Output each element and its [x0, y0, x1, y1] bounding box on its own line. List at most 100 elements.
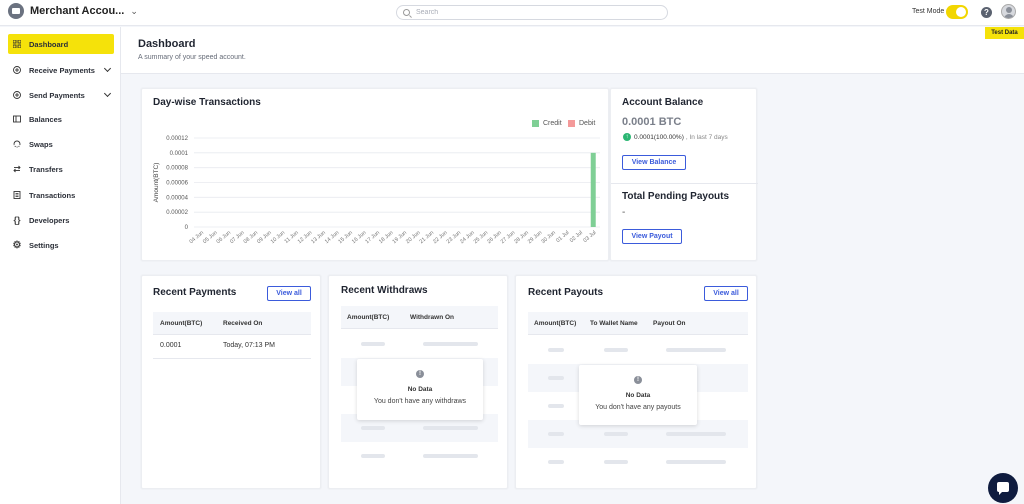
- x-tick-label: 07 Jun: [229, 230, 246, 245]
- y-tick-label: 0.00008: [166, 166, 188, 172]
- sidebar-item-swaps[interactable]: Swaps: [8, 134, 114, 154]
- amount-cell: 0.0001: [160, 342, 182, 349]
- plus-circle-icon: [13, 66, 21, 74]
- x-tick-label: 18 Jun: [378, 230, 395, 245]
- balance-trend-period: , In last 7 days: [685, 133, 728, 141]
- sidebar-item-label: Transactions: [29, 190, 76, 200]
- wallet-icon: [13, 115, 21, 123]
- placeholder-row: [528, 448, 748, 476]
- y-tick-label: 0.00002: [166, 210, 188, 216]
- chat-icon: [997, 482, 1009, 495]
- test-mode-toggle[interactable]: [946, 5, 968, 19]
- x-tick-label: 28 Jun: [513, 230, 530, 245]
- sidebar-item-balances[interactable]: Balances: [8, 109, 114, 129]
- x-tick-label: 30 Jun: [540, 230, 557, 245]
- y-tick-label: 0.00006: [166, 181, 188, 187]
- no-data-title: No Data: [625, 392, 651, 399]
- view-payout-button[interactable]: View Payout: [622, 229, 682, 244]
- column-header: To Wallet Name: [590, 320, 638, 327]
- received-on-cell: Today, 07:13 PM: [223, 342, 276, 349]
- placeholder-row: [341, 442, 498, 470]
- skeleton-bar: [423, 454, 478, 458]
- receipt-icon: [13, 191, 21, 199]
- sidebar-item-send-payments[interactable]: Send Payments: [8, 85, 114, 105]
- account-name: Merchant Accou...: [30, 5, 125, 17]
- balance-trend-value: 0.0001(100.00%): [634, 133, 684, 141]
- column-header: Withdrawn On: [410, 314, 454, 321]
- sidebar-item-label: Transfers: [29, 164, 63, 174]
- search-icon: [403, 9, 410, 16]
- x-tick-label: 16 Jun: [351, 230, 368, 245]
- skeleton-bar: [548, 376, 564, 380]
- merchant-logo-icon: [8, 3, 24, 19]
- x-tick-label: 23 Jun: [446, 230, 463, 245]
- skeleton-bar: [548, 460, 564, 464]
- x-tick-label: 15 Jun: [337, 230, 354, 245]
- search-bar[interactable]: [396, 5, 668, 20]
- x-tick-label: 17 Jun: [364, 230, 381, 245]
- no-data-message: You don't have any payouts: [595, 404, 681, 411]
- day-wise-transactions-card: Day-wise Transactions Credit Debit 0.000…: [141, 88, 609, 261]
- sidebar: Dashboard Receive Payments Send Payments…: [0, 27, 121, 504]
- skeleton-bar: [361, 342, 385, 346]
- x-tick-label: 27 Jun: [500, 230, 517, 245]
- x-tick-label: 05 Jun: [202, 230, 219, 245]
- page-title: Dashboard: [138, 38, 196, 50]
- table-header: Amount(BTC) To Wallet Name Payout On: [528, 312, 748, 335]
- x-tick-label: 12 Jun: [297, 230, 314, 245]
- sidebar-item-label: Send Payments: [29, 90, 85, 100]
- view-all-payments-button[interactable]: View all: [267, 286, 311, 301]
- x-tick-label: 06 Jun: [216, 230, 233, 245]
- code-braces-icon: {}: [13, 215, 21, 225]
- x-tick-label: 03 Jul: [582, 230, 597, 244]
- chat-support-button[interactable]: [988, 473, 1018, 503]
- skeleton-bar: [666, 432, 726, 436]
- divider: [611, 183, 758, 184]
- y-tick-label: 0: [185, 225, 189, 231]
- column-header: Received On: [223, 320, 263, 327]
- sidebar-item-receive-payments[interactable]: Receive Payments: [8, 60, 114, 80]
- x-tick-label: 25 Jun: [473, 230, 490, 245]
- skeleton-bar: [423, 342, 478, 346]
- sidebar-item-settings[interactable]: ⚙ Settings: [8, 235, 114, 255]
- y-tick-label: 0.00004: [166, 195, 188, 201]
- placeholder-row: [341, 330, 498, 358]
- sidebar-item-label: Settings: [29, 240, 59, 250]
- x-tick-label: 09 Jun: [256, 230, 273, 245]
- avatar[interactable]: [1001, 4, 1016, 19]
- x-tick-label: 13 Jun: [310, 230, 327, 245]
- sidebar-item-label: Developers: [29, 215, 70, 225]
- skeleton-bar: [604, 432, 628, 436]
- account-switcher[interactable]: Merchant Accou... ⌄: [8, 3, 138, 19]
- no-data-message: You don't have any withdraws: [373, 398, 467, 405]
- search-input[interactable]: [416, 9, 656, 16]
- y-tick-label: 0.00012: [166, 136, 188, 142]
- y-tick-label: 0.0001: [170, 151, 189, 157]
- view-all-payouts-button[interactable]: View all: [704, 286, 748, 301]
- sidebar-item-developers[interactable]: {} Developers: [8, 210, 114, 230]
- card-title: Recent Withdraws: [341, 285, 428, 296]
- sidebar-item-dashboard[interactable]: Dashboard: [8, 34, 114, 54]
- plus-circle-icon: [13, 91, 21, 99]
- arrow-up-icon: ↑: [623, 133, 631, 141]
- recent-payments-card: Recent Payments View all Amount(BTC) Rec…: [141, 275, 321, 489]
- sidebar-item-label: Dashboard: [29, 39, 69, 49]
- help-icon[interactable]: ?: [981, 7, 992, 18]
- sidebar-item-transfers[interactable]: Transfers: [8, 159, 114, 179]
- skeleton-bar: [548, 404, 564, 408]
- x-tick-label: 08 Jun: [243, 230, 260, 245]
- skeleton-bar: [423, 426, 478, 430]
- skeleton-bar: [361, 426, 385, 430]
- gear-icon: ⚙: [12, 239, 22, 251]
- page-subtitle: A summary of your speed account.: [138, 54, 246, 61]
- sidebar-item-transactions[interactable]: Transactions: [8, 185, 114, 205]
- account-balance-title: Account Balance: [622, 97, 704, 108]
- chevron-down-icon: ⌄: [130, 5, 138, 16]
- table-header: Amount(BTC) Withdrawn On: [341, 306, 498, 329]
- x-tick-label: 29 Jun: [527, 230, 544, 245]
- page-header: Dashboard A summary of your speed accoun…: [121, 27, 1024, 74]
- view-balance-button[interactable]: View Balance: [622, 155, 686, 170]
- test-mode-label: Test Mode: [912, 8, 945, 15]
- no-data-title: No Data: [407, 386, 433, 393]
- skeleton-bar: [604, 460, 628, 464]
